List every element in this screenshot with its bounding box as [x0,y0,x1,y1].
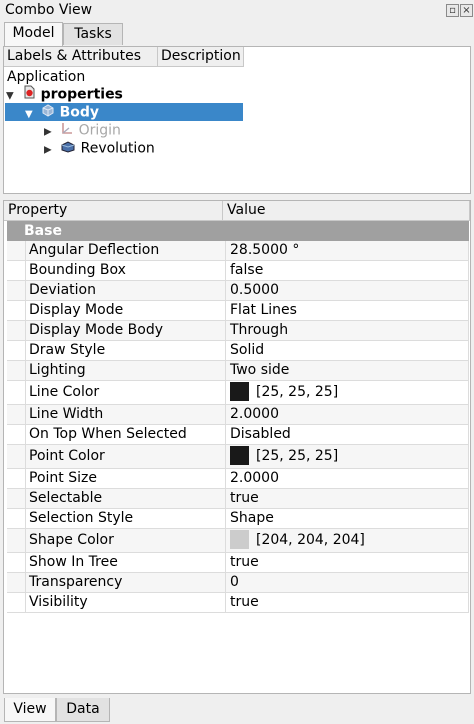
property-value[interactable]: Flat Lines [226,301,469,320]
property-value[interactable]: 0.5000 [226,281,469,300]
property-value[interactable]: false [226,261,469,280]
property-value[interactable]: true [226,593,469,612]
origin-icon [60,121,74,140]
property-name: Bounding Box [25,261,226,280]
chevron-right-icon[interactable]: ▶ [44,145,52,156]
property-row[interactable]: Point Size 2.0000 [7,469,469,489]
property-value[interactable]: 2.0000 [226,405,469,424]
column-header-labels[interactable]: Labels & Attributes [4,47,158,67]
property-row[interactable]: Selectable true [7,489,469,509]
tree-root-application: Application [7,69,86,85]
property-value[interactable]: true [226,489,469,508]
property-value[interactable]: Through [226,321,469,340]
property-name: Transparency [25,573,226,592]
property-name: Deviation [25,281,226,300]
property-row[interactable]: Draw Style Solid [7,341,469,361]
color-swatch[interactable] [230,381,249,401]
column-header-value[interactable]: Value [223,201,470,221]
revolution-icon [60,139,76,158]
tree-item-origin[interactable]: ▶ Origin [44,121,121,139]
column-header-property[interactable]: Property [4,201,223,221]
property-value[interactable]: [25, 25, 25] [226,381,469,404]
column-header-description[interactable]: Description [158,47,244,67]
property-row[interactable]: Bounding Box false [7,261,469,281]
property-editor[interactable]: Property Value Base Angular Deflection 28… [3,200,471,694]
property-row[interactable]: Display Mode Body Through [7,321,469,341]
tab-model[interactable]: Model [4,22,63,46]
property-name: Display Mode Body [25,321,226,340]
property-name: Draw Style [25,341,226,360]
property-row[interactable]: Deviation 0.5000 [7,281,469,301]
property-name: Angular Deflection [25,241,226,260]
property-value[interactable]: [204, 204, 204] [226,529,469,552]
property-name: Lighting [25,361,226,380]
tab-data[interactable]: Data [56,698,110,722]
property-row[interactable]: Line Color [25, 25, 25] [7,381,469,405]
property-value[interactable]: [25, 25, 25] [226,445,469,468]
property-row[interactable]: Display Mode Flat Lines [7,301,469,321]
tab-tasks[interactable]: Tasks [63,23,123,45]
property-name: Selection Style [25,509,226,528]
close-icon[interactable]: × [460,4,473,17]
property-name: Point Color [25,445,226,468]
color-value-text: [204, 204, 204] [256,532,365,548]
tree-item-label: Revolution [80,140,155,157]
property-row[interactable]: On Top When Selected Disabled [7,425,469,445]
property-row[interactable]: Shape Color [204, 204, 204] [7,529,469,553]
property-row[interactable]: Show In Tree true [7,553,469,573]
tree-item-body[interactable]: ▼ Body [5,103,243,121]
property-value[interactable]: Disabled [226,425,469,444]
property-value[interactable]: 0 [226,573,469,592]
property-value[interactable]: Shape [226,509,469,528]
property-name: Selectable [25,489,226,508]
property-value[interactable]: true [226,553,469,572]
property-name: Visibility [25,593,226,612]
color-swatch[interactable] [230,529,249,549]
property-row[interactable]: Angular Deflection 28.5000 ° [7,241,469,261]
property-value[interactable]: Solid [226,341,469,360]
document-icon [22,85,36,104]
property-row[interactable]: Selection Style Shape [7,509,469,529]
chevron-down-icon[interactable]: ▼ [25,109,33,120]
property-row[interactable]: Visibility true [7,593,469,613]
property-name: Display Mode [25,301,226,320]
property-name: Point Size [25,469,226,488]
property-group-base[interactable]: Base [7,221,469,241]
body-icon [41,103,55,122]
tree-item-label: Origin [78,122,121,139]
property-value[interactable]: 28.5000 ° [226,241,469,260]
chevron-right-icon[interactable]: ▶ [44,127,52,138]
tree-item-revolution[interactable]: ▶ Revolution [44,139,155,157]
property-name: Line Color [25,381,226,404]
tab-view[interactable]: View [4,698,56,722]
property-value[interactable]: Two side [226,361,469,380]
float-icon[interactable]: ▫ [446,4,459,17]
property-row[interactable]: Line Width 2.0000 [7,405,469,425]
tree-item-label: properties [40,86,123,103]
property-name: Line Width [25,405,226,424]
property-name: On Top When Selected [25,425,226,444]
property-value[interactable]: 2.0000 [226,469,469,488]
property-name: Shape Color [25,529,226,552]
color-value-text: [25, 25, 25] [256,384,339,400]
tree-item-label: Body [59,104,100,121]
property-row[interactable]: Lighting Two side [7,361,469,381]
color-value-text: [25, 25, 25] [256,448,339,464]
property-name: Show In Tree [25,553,226,572]
tree-item-properties[interactable]: ▼ properties [6,85,242,103]
tree-view[interactable]: Labels & Attributes Description Applicat… [3,46,471,194]
color-swatch[interactable] [230,445,249,465]
window-title: Combo View [5,2,93,18]
property-row[interactable]: Point Color [25, 25, 25] [7,445,469,469]
property-row[interactable]: Transparency 0 [7,573,469,593]
chevron-down-icon[interactable]: ▼ [6,91,14,102]
